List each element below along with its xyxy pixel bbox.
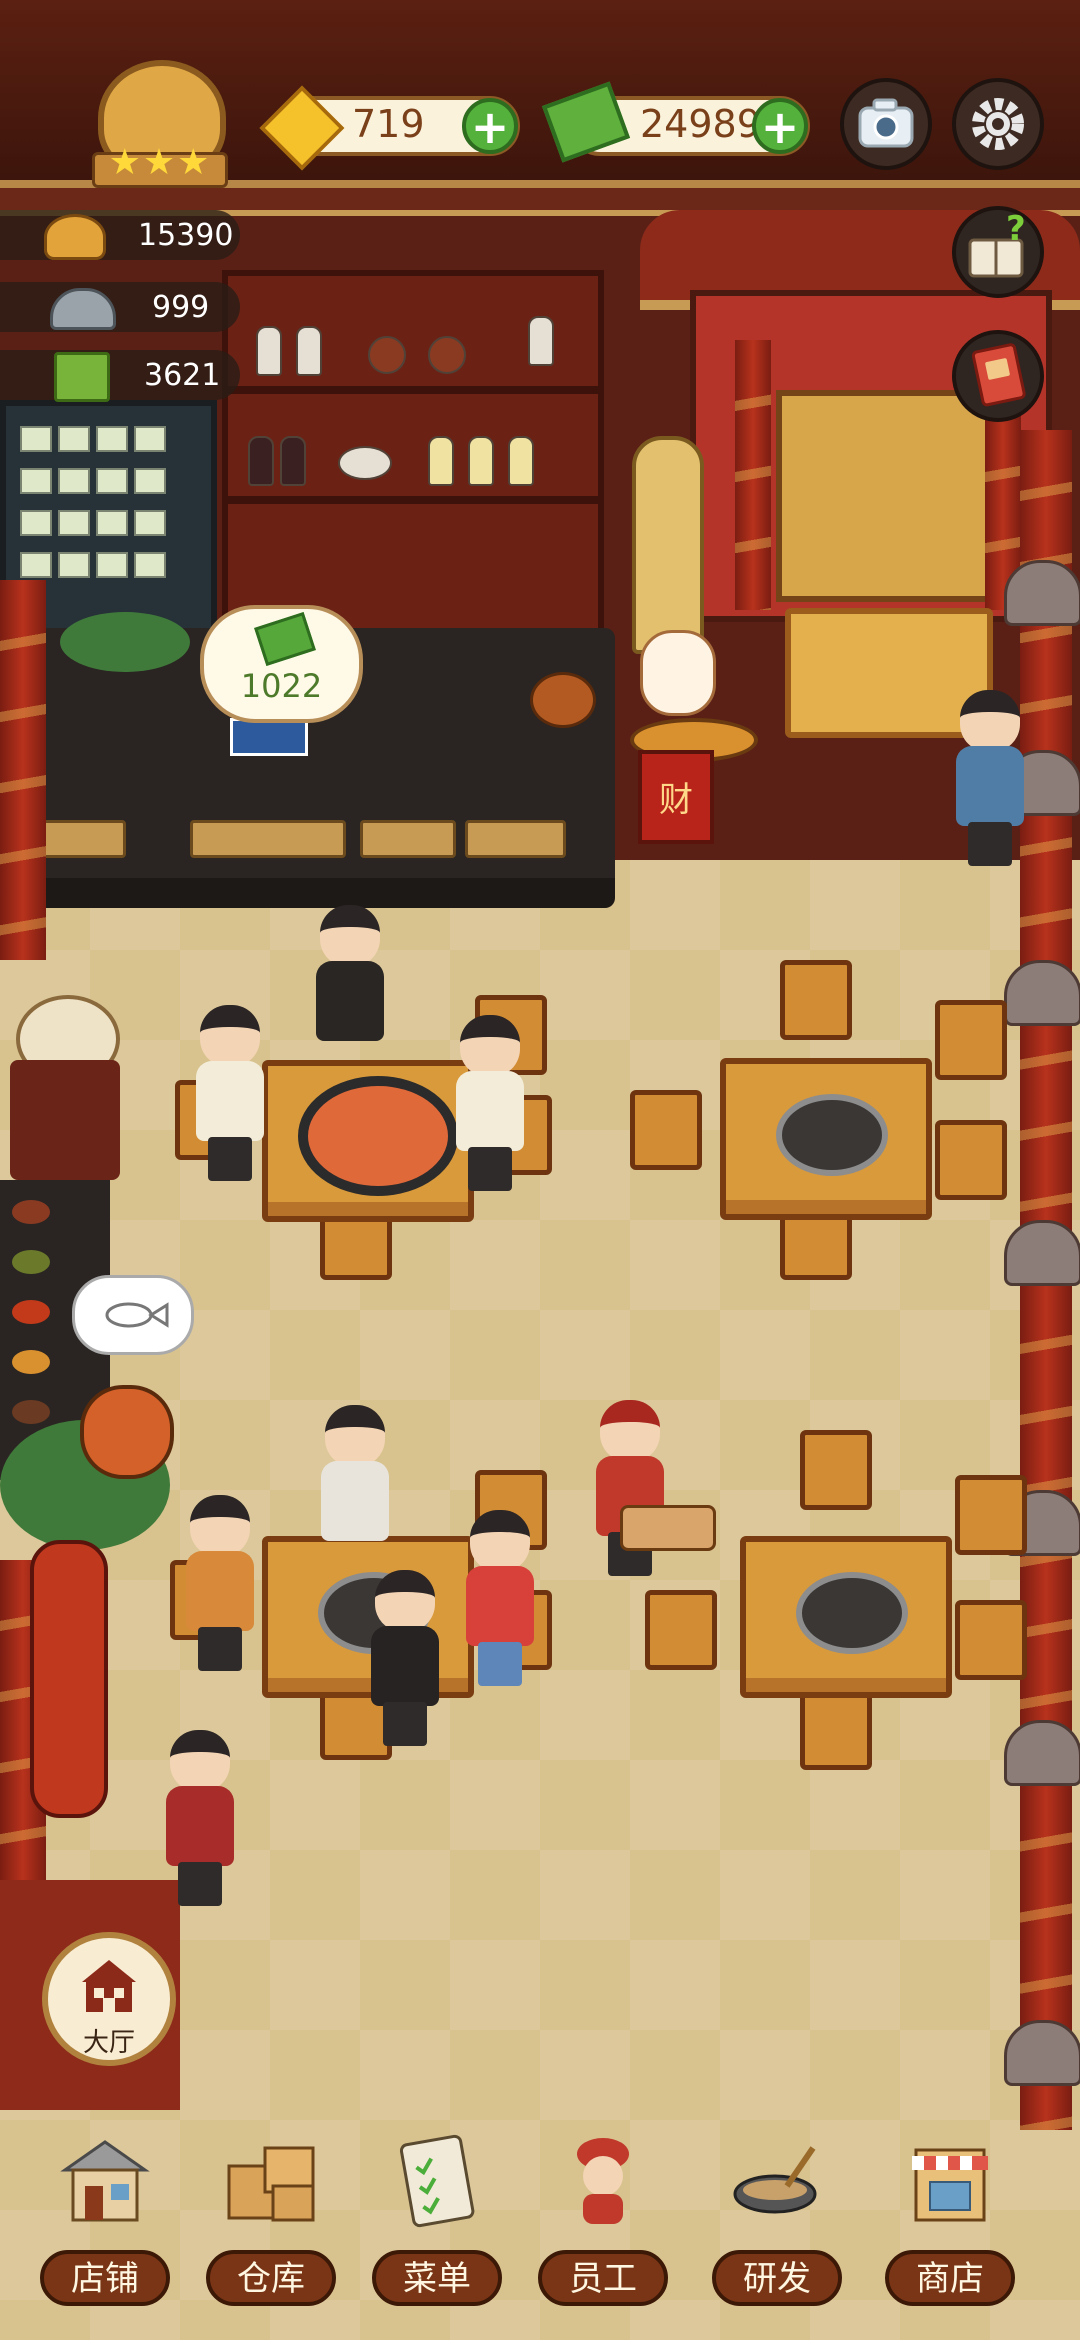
left-pillar [0, 580, 46, 960]
gems-value: 719 [352, 102, 425, 146]
chair[interactable] [955, 1600, 1027, 1680]
vase-stand [10, 1060, 120, 1180]
nav-menu-label: 菜单 [372, 2250, 502, 2306]
recipe-stat: 3621 [0, 350, 240, 402]
hall-label: 大厅 [82, 2028, 135, 2058]
hotpot-grill-icon [796, 1572, 908, 1654]
tip-amount: 1022 [240, 667, 323, 705]
fish-request-bubble[interactable] [72, 1275, 194, 1355]
hotpot-stat: 15390 [0, 210, 240, 260]
svg-text:?: ? [1006, 210, 1026, 249]
seafood-hotpot-icon [298, 1076, 458, 1196]
pillar-cap [1004, 1720, 1080, 1786]
hotpot-stat-value: 15390 [138, 218, 234, 253]
nav-shop-label: 店铺 [40, 2250, 170, 2306]
fortune-stand: 财 [638, 750, 714, 844]
nav-staff[interactable]: 员工 [538, 2130, 668, 2330]
gear-icon [972, 98, 1024, 150]
chair[interactable] [935, 1000, 1007, 1080]
nav-staff-label: 员工 [538, 2250, 668, 2306]
dining-table-2[interactable] [720, 1058, 932, 1220]
chair[interactable] [780, 960, 852, 1040]
counter-ornament [40, 820, 126, 858]
counter-ornament [360, 820, 456, 858]
staff-chef-icon [577, 2138, 629, 2224]
hall-button[interactable]: 大厅 [42, 1932, 176, 2066]
guide-book-button[interactable]: ? [952, 206, 1044, 298]
rank-badge[interactable]: ★★★ [70, 60, 240, 190]
recipe-stat-value: 3621 [144, 358, 221, 393]
customer-glasses[interactable] [365, 1570, 445, 1760]
dining-table-4[interactable] [740, 1536, 952, 1698]
bonsai-plant [60, 612, 190, 672]
nav-warehouse-label: 仓库 [206, 2250, 336, 2306]
dish-stat: 999 [0, 282, 240, 332]
counter-ornament [465, 820, 566, 858]
add-gems-button[interactable]: + [462, 98, 518, 154]
waiter-blue-apron[interactable] [950, 690, 1030, 890]
customer[interactable] [180, 1495, 260, 1675]
menu-clipboard-icon [399, 2134, 475, 2228]
customer[interactable] [450, 1015, 530, 1195]
hotpot-pot-icon [44, 214, 106, 260]
pillar-cap [1004, 2020, 1080, 2086]
roast-chicken-icon [530, 672, 596, 728]
nav-research[interactable]: 研发 [712, 2130, 842, 2330]
fish-icon [105, 1302, 169, 1328]
research-wok-icon [733, 2146, 817, 2214]
shop-building-icon [60, 2140, 150, 2222]
nav-warehouse[interactable]: 仓库 [206, 2130, 336, 2330]
chair[interactable] [800, 1430, 872, 1510]
customer[interactable] [460, 1510, 540, 1690]
tiger-mascot[interactable] [80, 1385, 174, 1479]
wine-shelf[interactable] [222, 270, 604, 642]
settings-button[interactable] [952, 78, 1044, 170]
nav-store[interactable]: 商店 [885, 2130, 1015, 2330]
cash-bundle-icon [254, 611, 316, 667]
store-stall-icon [912, 2148, 988, 2222]
private-room-door[interactable] [776, 390, 994, 602]
cash-value: 24989 [640, 102, 761, 146]
nav-research-label: 研发 [712, 2250, 842, 2306]
star-rating-icon: ★★★ [108, 142, 212, 183]
pillar-cap [1004, 960, 1080, 1026]
event-book-button[interactable] [952, 330, 1044, 422]
camera-button[interactable] [840, 78, 932, 170]
chair[interactable] [955, 1475, 1027, 1555]
tip-bubble[interactable]: 1022 [200, 605, 363, 723]
counter-ornament [190, 820, 346, 858]
fortune-sign-text: 财 [659, 780, 693, 820]
question-book-icon: ? [968, 209, 1026, 278]
nav-menu[interactable]: 菜单 [372, 2130, 502, 2330]
nav-shop[interactable]: 店铺 [40, 2130, 170, 2330]
floor-lamp [632, 436, 704, 654]
hotpot-grill-icon [776, 1094, 888, 1176]
chair[interactable] [800, 1690, 872, 1770]
chair[interactable] [630, 1090, 702, 1170]
lucky-cat-statue[interactable] [640, 630, 716, 716]
gate-pillar-left [735, 340, 771, 610]
red-book-icon [971, 343, 1026, 407]
pillar-cap [1004, 560, 1080, 626]
serving-cloche-icon [50, 288, 116, 330]
meat-platter-icon [620, 1505, 716, 1551]
add-cash-button[interactable]: + [752, 98, 808, 154]
customer[interactable] [315, 1405, 395, 1555]
customer-sunglasses[interactable] [310, 905, 390, 1085]
chair[interactable] [645, 1590, 717, 1670]
camera-icon [858, 98, 914, 148]
dish-stat-value: 999 [152, 290, 210, 325]
red-floor-vase [30, 1540, 108, 1818]
pillar-cap [1004, 1220, 1080, 1286]
hall-house-icon [82, 1960, 136, 2012]
warehouse-boxes-icon [227, 2146, 315, 2222]
customer[interactable] [190, 1005, 270, 1185]
recipe-book-icon [54, 352, 110, 402]
waitress-red-apron[interactable] [160, 1730, 240, 1920]
chair[interactable] [935, 1120, 1007, 1200]
tablet-register-icon [230, 718, 308, 756]
nav-store-label: 商店 [885, 2250, 1015, 2306]
chef-serving-meat[interactable] [590, 1400, 670, 1600]
